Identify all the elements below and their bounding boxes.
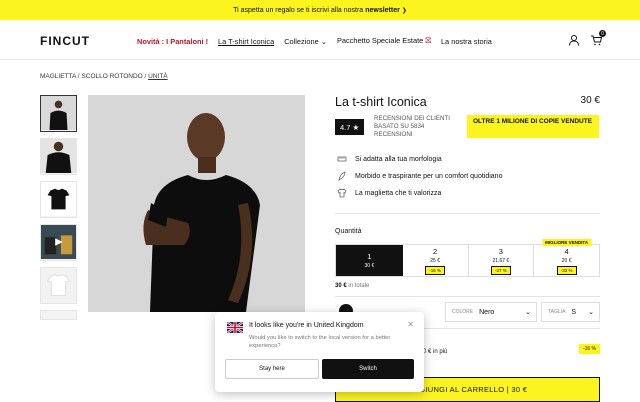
thumbnail-6[interactable]	[40, 310, 77, 320]
best-seller-badge: MIGLIORE VENDITA	[542, 239, 592, 246]
quantity-option-1[interactable]: 1 30 €	[336, 245, 403, 276]
stay-here-button[interactable]: Stay here	[225, 359, 319, 379]
feature-flatter: La maglietta che ti valorizza	[337, 188, 441, 198]
feature-comfort: Morbido e traspirante per un comfort quo…	[337, 171, 502, 181]
promo-text: Ti aspetta un regalo se ti iscrivi alla …	[233, 6, 364, 14]
tshirt-icon	[337, 188, 347, 198]
cart-icon[interactable]: 0	[590, 30, 606, 51]
quantity-option-3[interactable]: 3 21,67 € -27 %	[469, 245, 535, 276]
newsletter-link[interactable]: newsletter	[365, 7, 400, 14]
quantity-option-4-price: 20 €	[561, 257, 572, 264]
header-icons: 0	[568, 30, 606, 51]
quantity-label: Quantità	[335, 228, 362, 235]
thumbnail-2[interactable]	[40, 138, 77, 175]
product-title: La t-shirt Iconica	[335, 95, 427, 109]
chevron-down-icon: ⌄	[588, 309, 594, 316]
product-main-image[interactable]	[88, 95, 305, 312]
feather-icon	[338, 171, 346, 181]
nav-item-collezione-label: Collezione	[284, 36, 319, 46]
quantity-selector: 1 30 € 2 25 € -16 % 3 21,67 € -27 % MIGL…	[335, 239, 600, 277]
quantity-option-2-price: 25 €	[430, 257, 440, 264]
product-price: 30 €	[580, 95, 600, 106]
nav-item-tshirt[interactable]: La T-shirt Iconica	[218, 37, 274, 46]
quantity-option-4-qty: 4	[564, 246, 569, 256]
main-menu: Novità : I Pantaloni ! La T-shirt Iconic…	[137, 36, 492, 46]
switch-button[interactable]: Switch	[322, 359, 414, 379]
size-select-label: TAGLIA	[548, 309, 566, 315]
color-select[interactable]: COLORE Nero ⌄	[445, 302, 537, 322]
chevron-down-icon: ⌄	[525, 309, 531, 316]
quantity-option-2-discount: -16 %	[425, 265, 445, 275]
nav-item-novita[interactable]: Novità : I Pantaloni !	[137, 37, 208, 46]
ruler-icon	[337, 156, 347, 162]
arrow-icon: ❯	[401, 7, 407, 14]
user-icon[interactable]	[568, 33, 580, 51]
quantity-option-4-discount: -33 %	[556, 265, 577, 275]
size-select[interactable]: TAGLIA S ⌄	[541, 302, 600, 322]
color-select-label: COLORE	[452, 309, 474, 315]
feature-flatter-label: La maglietta che ti valorizza	[355, 189, 442, 197]
quantity-option-1-price: 30 €	[364, 263, 375, 269]
nav-item-storia[interactable]: La nostra storia	[441, 37, 492, 46]
quantity-option-3-qty: 3	[498, 246, 503, 256]
thumbnail-3[interactable]	[40, 181, 77, 218]
header-nav: FINCUT Novità : I Pantaloni ! La T-shirt…	[0, 20, 640, 60]
upsell-badge: -16 %	[578, 344, 600, 354]
country-popup: It looks like you're in United Kingdom ✕…	[215, 312, 424, 392]
close-icon[interactable]: ✕	[407, 320, 414, 329]
breadcrumb: MAGLIETTA / SCOLLO ROTONDO / UNITÀ	[40, 73, 168, 80]
chevron-down-icon: ⌄	[320, 36, 327, 46]
breadcrumb-path[interactable]: MAGLIETTA / SCOLLO ROTONDO /	[40, 73, 148, 80]
logo[interactable]: FINCUT	[40, 34, 90, 48]
quantity-option-2-qty: 2	[433, 246, 438, 256]
feature-comfort-label: Morbido e traspirante per un comfort quo…	[355, 172, 503, 180]
quantity-option-3-discount: -27 %	[490, 265, 511, 275]
feature-fit: Si adatta alla tua morfologia	[337, 154, 442, 164]
sold-badge: OLTRE 1 MILIONE DI COPIE VENDUTE	[467, 115, 599, 138]
thumbnail-1[interactable]	[40, 95, 77, 132]
rating-badge[interactable]: 4.7 ★	[335, 119, 365, 135]
popup-title: It looks like you're in United Kingdom	[249, 322, 364, 329]
breadcrumb-current[interactable]: UNITÀ	[148, 73, 168, 80]
promo-banner[interactable]: Ti aspetta un regalo se ti iscrivi alla …	[0, 0, 640, 20]
divider	[335, 213, 600, 214]
quantity-option-2[interactable]: 2 25 € -16 %	[403, 245, 469, 276]
total-price: 30 € in totale	[335, 283, 369, 289]
divider	[335, 296, 600, 297]
color-select-value: Nero	[479, 308, 495, 316]
total-value: 30 €	[335, 283, 347, 289]
thumbnail-5[interactable]	[40, 267, 77, 304]
nav-item-collezione[interactable]: Collezione ⌄	[284, 37, 327, 46]
nav-item-pacchetto-label: Pacchetto Speciale Estate	[336, 36, 424, 45]
total-label: in totale	[346, 283, 370, 289]
thumbnail-video[interactable]	[40, 224, 77, 261]
thumbnail-list	[40, 95, 78, 326]
quantity-option-4[interactable]: MIGLIORE VENDITA 4 20 € -33 %	[534, 239, 599, 276]
quantity-option-3-price: 21,67 €	[492, 257, 510, 264]
reviews-text[interactable]: RECENSIONI DEI CLIENTI BASATO SU 5834 RE…	[374, 115, 464, 139]
nav-item-pacchetto[interactable]: Pacchetto Speciale Estate ⛝	[337, 36, 431, 46]
popup-text: Would you like to switch to the local ve…	[249, 335, 391, 349]
size-select-value: S	[571, 308, 577, 316]
upsell-price: 0 € in più	[423, 349, 448, 355]
cart-count-badge: 0	[599, 30, 606, 37]
feature-fit-label: Si adatta alla tua morfologia	[355, 155, 442, 163]
quantity-option-1-qty: 1	[367, 252, 372, 261]
uk-flag-icon	[227, 322, 243, 333]
gift-icon: ⛝	[425, 36, 431, 45]
